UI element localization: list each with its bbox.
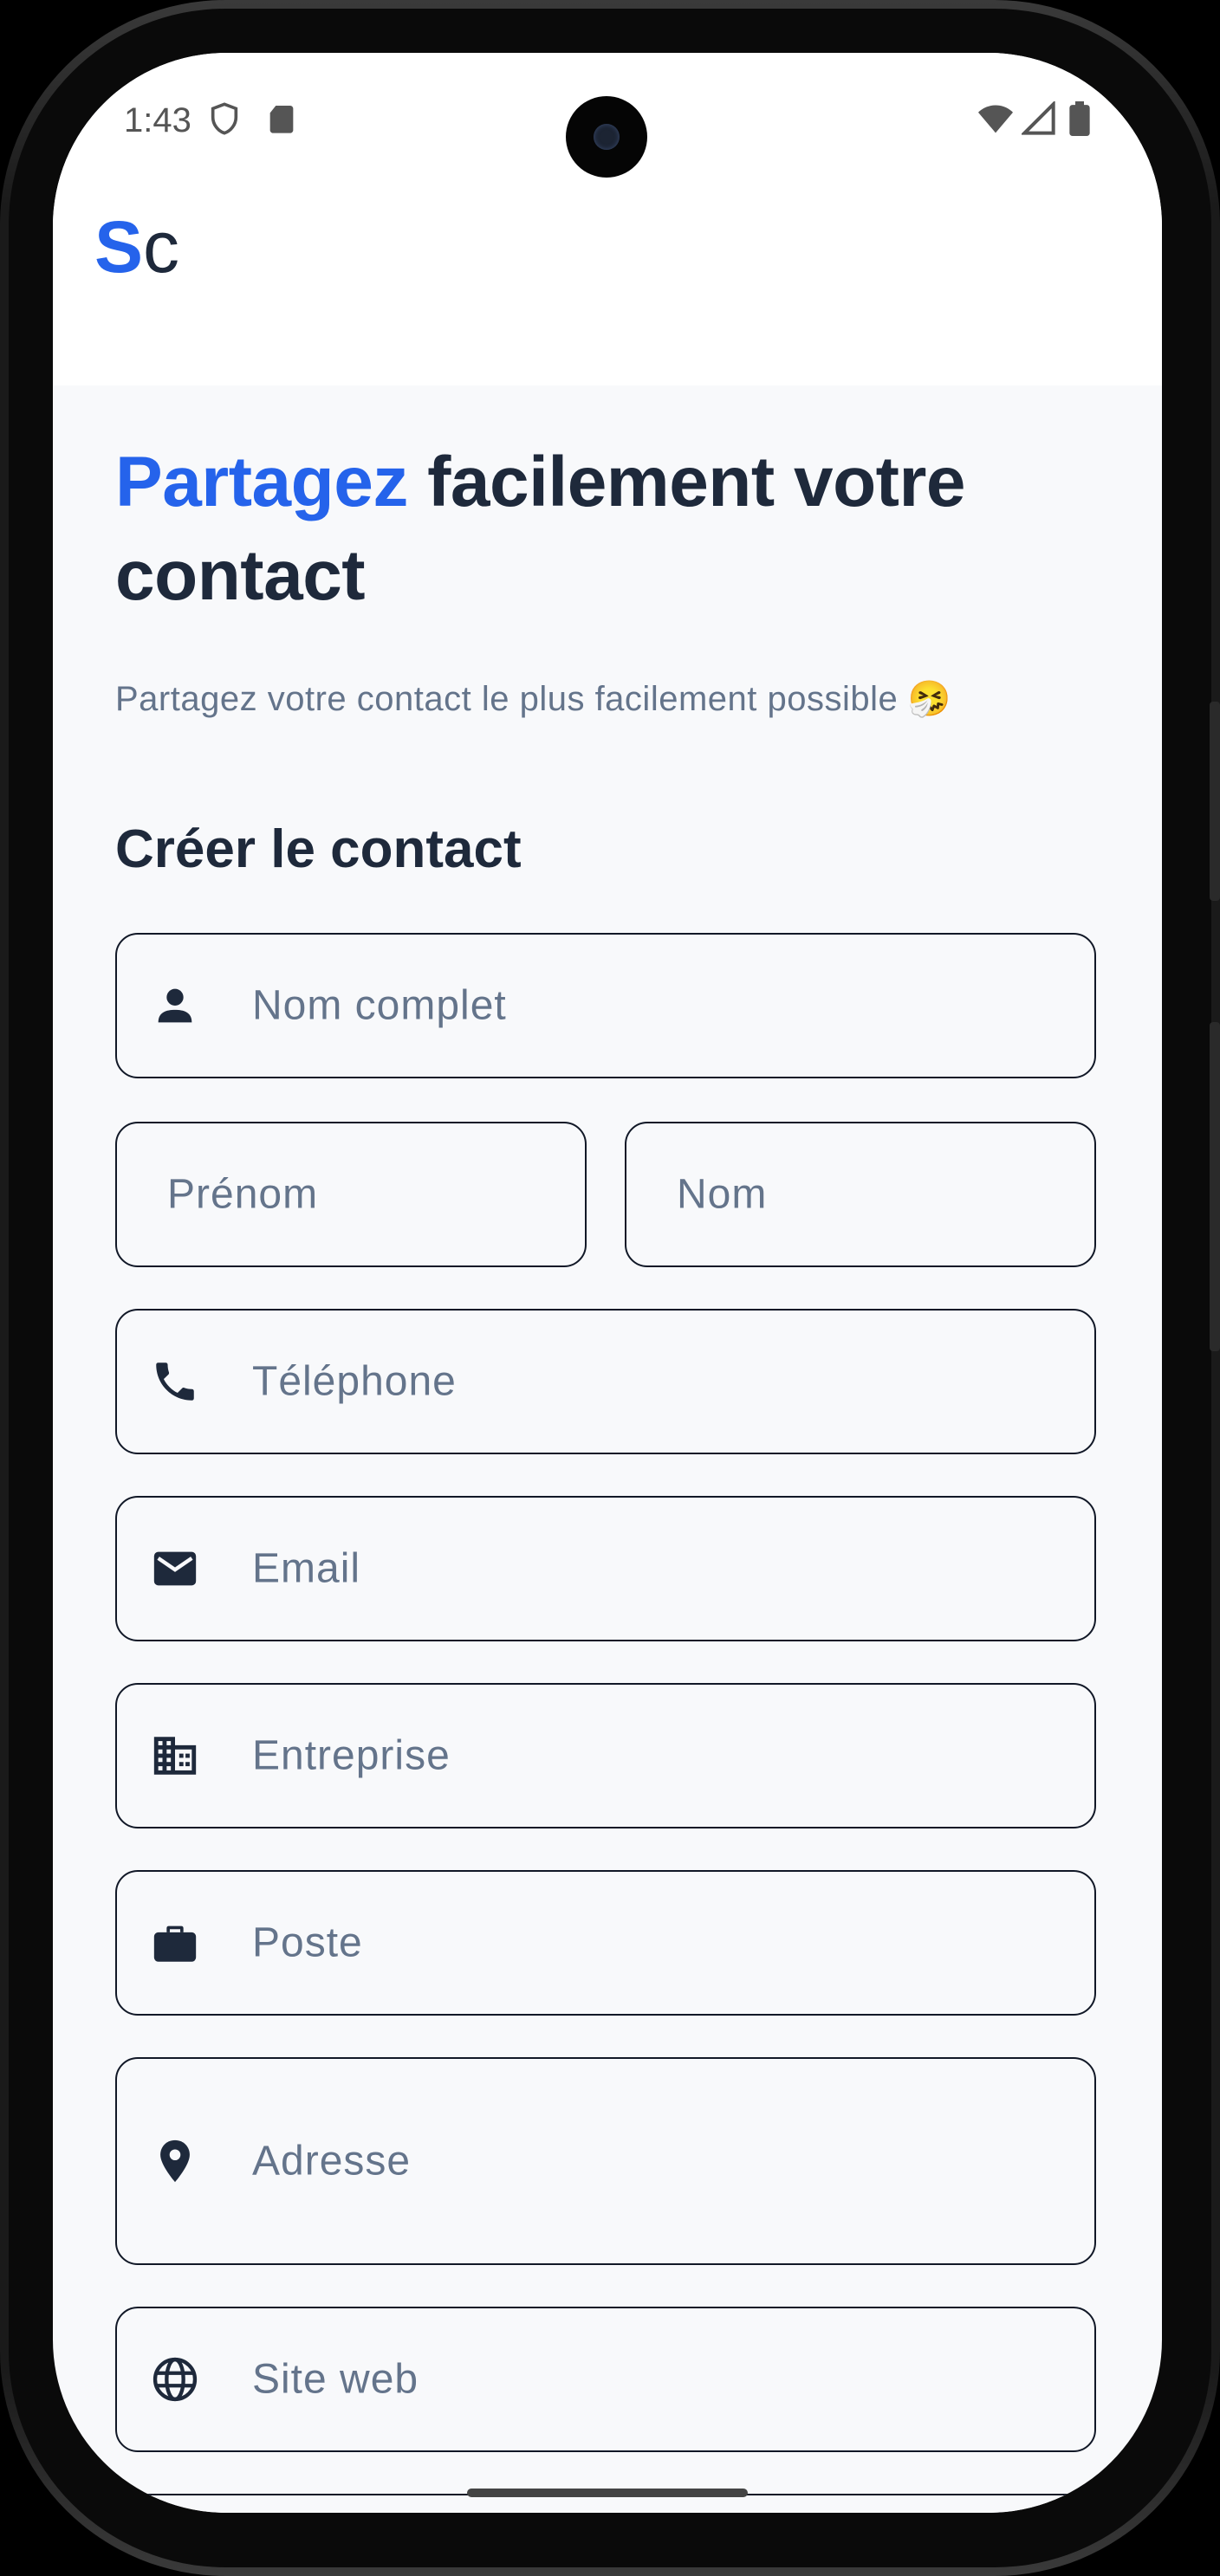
status-bar: 1:43 <box>53 53 1162 183</box>
location-pin-icon <box>150 2136 200 2186</box>
globe-icon <box>150 2354 200 2404</box>
website-field[interactable]: Site web <box>115 2307 1096 2452</box>
app-logo[interactable]: Sc <box>94 205 179 289</box>
person-icon <box>150 981 200 1031</box>
logo-letter-c: c <box>143 206 180 288</box>
status-time: 1:43 <box>124 101 191 139</box>
volume-button <box>1210 1022 1220 1351</box>
phone-placeholder: Téléphone <box>252 1358 457 1405</box>
sd-card-icon <box>264 101 299 140</box>
power-button <box>1210 702 1220 901</box>
screen: 1:43 Sc Partagez facilement votre contac… <box>53 53 1162 2513</box>
position-field[interactable]: Poste <box>115 1870 1096 2016</box>
address-field[interactable]: Adresse <box>115 2057 1096 2265</box>
email-placeholder: Email <box>252 1545 361 1592</box>
company-field[interactable]: Entreprise <box>115 1683 1096 1828</box>
first-name-placeholder: Prénom <box>167 1171 319 1218</box>
first-name-field[interactable]: Prénom <box>115 1122 587 1267</box>
section-title: Créer le contact <box>115 819 522 879</box>
position-placeholder: Poste <box>252 1919 363 1966</box>
phone-icon <box>150 1356 200 1407</box>
mail-icon <box>150 1544 200 1594</box>
shield-icon <box>207 101 242 140</box>
address-placeholder: Adresse <box>252 2138 412 2184</box>
last-name-field[interactable]: Nom <box>625 1122 1096 1267</box>
briefcase-icon <box>150 1918 200 1968</box>
page-subtitle: Partagez votre contact le plus facilemen… <box>115 680 952 718</box>
signal-icon <box>1020 100 1056 140</box>
full-name-field[interactable]: Nom complet <box>115 933 1096 1078</box>
email-field[interactable]: Email <box>115 1496 1096 1641</box>
page-title: Partagez facilement votre contact <box>115 436 1100 623</box>
phone-frame: 1:43 Sc Partagez facilement votre contac… <box>0 0 1220 2576</box>
front-camera <box>566 96 647 178</box>
battery-icon <box>1068 101 1091 140</box>
company-placeholder: Entreprise <box>252 1732 451 1779</box>
full-name-placeholder: Nom complet <box>252 982 507 1029</box>
last-name-placeholder: Nom <box>677 1171 768 1218</box>
building-icon <box>150 1731 200 1781</box>
phone-field[interactable]: Téléphone <box>115 1309 1096 1454</box>
app-bar: Sc <box>53 183 1162 385</box>
website-placeholder: Site web <box>252 2356 419 2403</box>
home-indicator[interactable] <box>467 2489 748 2497</box>
wifi-icon <box>977 101 1015 140</box>
title-accent: Partagez <box>115 443 408 521</box>
logo-letter-s: S <box>94 206 144 288</box>
